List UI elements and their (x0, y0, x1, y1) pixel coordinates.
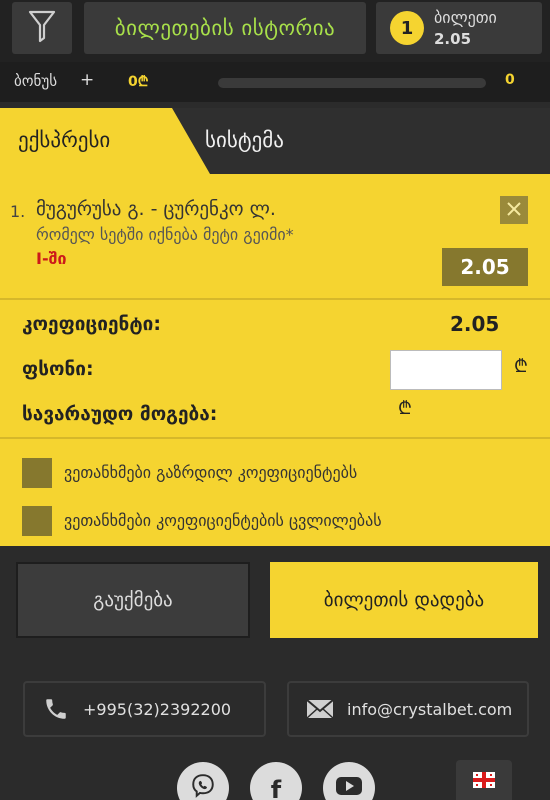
clear-button-label: გაუქმება (93, 589, 173, 611)
remove-selection-button[interactable] (500, 196, 528, 224)
bonus-progress-bar (218, 78, 486, 88)
place-bet-button[interactable]: ბილეთის დადება (270, 562, 538, 638)
ticket-total-odds: 2.05 (434, 30, 472, 48)
bet-panel: 1. მუგურუსა გ. - ცურენკო ლ. რომელ სეტში … (0, 174, 550, 546)
email-address: info@crystalbet.com (347, 699, 513, 719)
bonus-label: ბონუს (14, 72, 58, 90)
accept-increased-odds-option[interactable]: ვეთანხმები გაზრდილ კოეფიციენტებს (22, 458, 542, 488)
accept-odds-changes-option[interactable]: ვეთანხმები კოეფიციენტების ცვლილებას (22, 506, 542, 536)
viber-button[interactable] (177, 762, 229, 800)
bet-type-tabs: ექსპრესი სისტემა (0, 108, 550, 174)
phone-number: +995(32)2392200 (83, 699, 232, 719)
tab-express-label: ექსპრესი (18, 128, 111, 152)
filter-icon (28, 9, 56, 47)
clear-button[interactable]: გაუქმება (16, 562, 250, 638)
potential-win-label: სავარაუდო მოგება: (22, 403, 218, 425)
bonus-row: ბონუს + 0₾ 0 (0, 62, 550, 102)
divider (0, 437, 550, 439)
ticket-label: ბილეთი (434, 8, 497, 27)
viber-icon (190, 773, 216, 800)
bonus-max: 0 (505, 72, 515, 88)
accept-odds-changes-checkbox[interactable] (22, 506, 52, 536)
coefficient-value: 2.05 (450, 312, 500, 336)
phone-icon (41, 694, 71, 724)
accept-odds-changes-label: ვეთანხმები კოეფიციენტების ცვლილებას (64, 511, 382, 530)
bonus-amount: 0₾ (128, 74, 149, 90)
bet-selection: 1. მუგურუსა გ. - ცურენკო ლ. რომელ სეტში … (0, 174, 550, 298)
youtube-icon (335, 776, 363, 800)
bonus-add-button[interactable]: + (80, 70, 94, 90)
betslip-page: ბილეთების ისტორია 1 ბილეთი 2.05 ბონუს + … (0, 0, 550, 800)
mail-icon (305, 694, 335, 724)
stake-input[interactable] (390, 350, 502, 390)
stake-label: ფსონი: (22, 358, 94, 380)
ticket-summary[interactable]: 1 ბილეთი 2.05 (376, 2, 542, 54)
bet-market-name: რომელ სეტში იქნება მეტი გეიმი* (36, 225, 294, 244)
georgian-flag-icon (473, 772, 495, 792)
facebook-icon: f (270, 776, 282, 800)
lari-icon: ₾ (514, 356, 528, 377)
language-switcher[interactable] (456, 760, 512, 800)
bet-outcome: I-ში (36, 249, 67, 268)
ticket-count-badge: 1 (390, 11, 424, 45)
close-icon (507, 201, 521, 220)
bet-event-name: მუგურუსა გ. - ცურენკო ლ. (36, 198, 276, 220)
lari-icon: ₾ (398, 398, 412, 419)
facebook-button[interactable]: f (250, 762, 302, 800)
email-contact[interactable]: info@crystalbet.com (287, 681, 529, 737)
filter-button[interactable] (12, 2, 72, 54)
youtube-button[interactable] (323, 762, 375, 800)
top-bar: ბილეთების ისტორია 1 ბილეთი 2.05 (0, 0, 550, 62)
accept-increased-odds-label: ვეთანხმები გაზრდილ კოეფიციენტებს (64, 463, 358, 482)
divider (0, 298, 550, 300)
place-bet-button-label: ბილეთის დადება (323, 589, 485, 611)
selection-odds: 2.05 (442, 248, 528, 286)
tab-express[interactable]: ექსპრესი (0, 108, 210, 174)
tab-system[interactable]: სისტემა (205, 128, 284, 152)
bet-selection-number: 1. (10, 202, 26, 221)
ticket-history-button[interactable]: ბილეთების ისტორია (84, 2, 366, 54)
phone-contact[interactable]: +995(32)2392200 (23, 681, 266, 737)
coefficient-label: კოეფიციენტი: (22, 313, 161, 335)
ticket-history-label: ბილეთების ისტორია (114, 16, 336, 40)
accept-increased-odds-checkbox[interactable] (22, 458, 52, 488)
